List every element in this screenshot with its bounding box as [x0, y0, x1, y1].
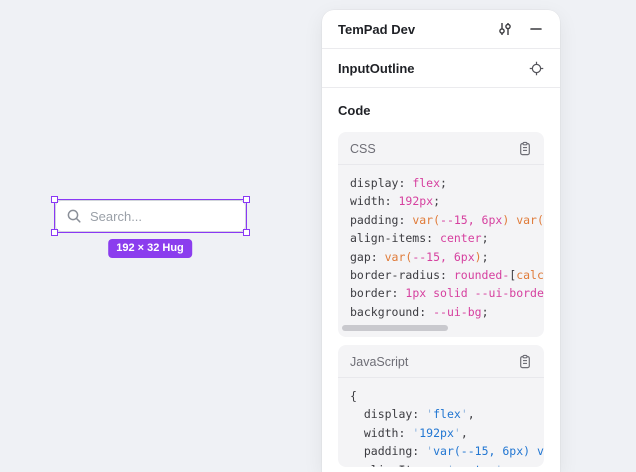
- tempad-dev-panel: TemPad Dev InputOutline: [322, 10, 560, 472]
- javascript-block-header: JavaScript: [338, 345, 544, 378]
- search-input[interactable]: Search...: [55, 200, 246, 232]
- css-block-label: CSS: [350, 142, 518, 156]
- css-code-text: display: flex;width: 192px;padding: var(…: [338, 165, 544, 337]
- locate-target-icon[interactable]: [529, 61, 544, 76]
- horizontal-scrollbar[interactable]: [342, 325, 448, 331]
- panel-content: Code CSS display: flex;width: 192px;padd…: [322, 88, 560, 467]
- clipboard-copy-icon[interactable]: [518, 354, 532, 369]
- panel-title: TemPad Dev: [338, 22, 497, 37]
- minimize-icon[interactable]: [528, 21, 544, 37]
- component-name: InputOutline: [338, 61, 529, 76]
- code-section-title: Code: [338, 103, 544, 118]
- css-block-header: CSS: [338, 132, 544, 165]
- sliders-icon[interactable]: [497, 21, 513, 37]
- search-icon: [66, 208, 82, 224]
- javascript-code-block: JavaScript { display: 'flex', width: '19…: [338, 345, 544, 467]
- size-badge: 192 × 32 Hug: [108, 239, 192, 258]
- javascript-block-label: JavaScript: [350, 355, 518, 369]
- css-code-block: CSS display: flex;width: 192px;padding: …: [338, 132, 544, 337]
- search-placeholder: Search...: [90, 209, 142, 224]
- panel-header: TemPad Dev: [322, 10, 560, 49]
- javascript-code-text: { display: 'flex', width: '192px', paddi…: [338, 378, 544, 467]
- selected-component-row: InputOutline: [322, 49, 560, 88]
- clipboard-copy-icon[interactable]: [518, 141, 532, 156]
